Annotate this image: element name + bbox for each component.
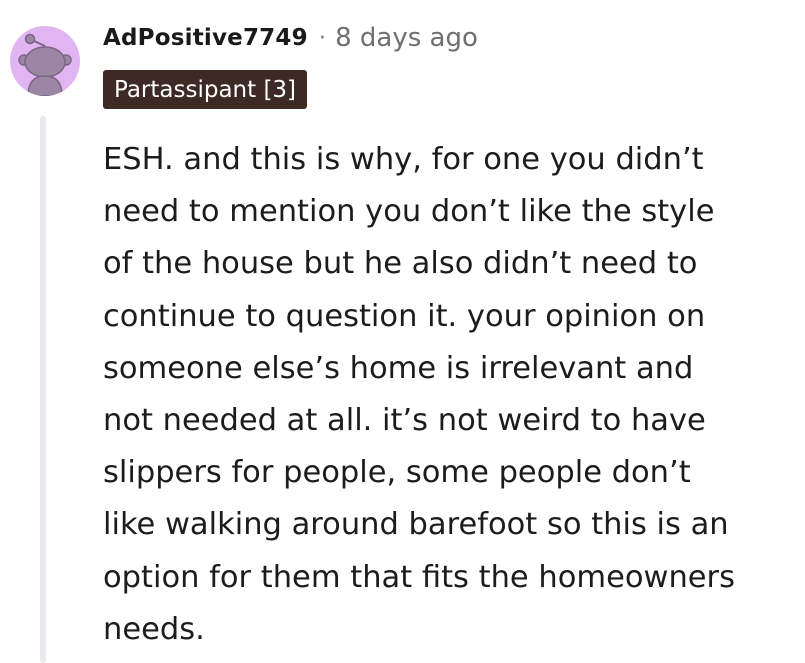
meta-separator: · xyxy=(318,25,327,51)
comment-body-line: like walking around barefoot so this is … xyxy=(103,507,729,543)
comment-body: ESH. and this is why, for one you didn’t… xyxy=(103,134,793,656)
username-link[interactable]: AdPositive7749 xyxy=(103,25,308,51)
avatar[interactable] xyxy=(10,26,80,96)
comment-body-line: continue to question it. your opinion on xyxy=(103,298,706,334)
comment-body-line: not needed at all. it’s not weird to hav… xyxy=(103,403,706,439)
comment-body-line: slippers for people, some people don’t xyxy=(103,455,691,491)
comment-header: AdPositive7749 · 8 days ago xyxy=(103,18,478,58)
user-flair: Partassipant [3] xyxy=(103,70,308,109)
comment-body-line: need to mention you don’t like the style xyxy=(103,194,715,230)
comment-body-line: ESH. and this is why, for one you didn’t xyxy=(103,142,704,177)
comment: AdPositive7749 · 8 days ago Partassipant… xyxy=(0,0,805,663)
comment-body-line: option for them that fits the homeowners xyxy=(103,559,735,595)
comment-body-line: someone else’s home is irrelevant and xyxy=(103,350,694,386)
thread-line[interactable] xyxy=(40,116,46,663)
snoo-avatar-icon xyxy=(18,33,72,96)
comment-body-line: of the house but he also didn’t need to xyxy=(103,246,698,282)
comment-body-line: needs. xyxy=(103,611,205,647)
timestamp[interactable]: 8 days ago xyxy=(335,23,478,53)
